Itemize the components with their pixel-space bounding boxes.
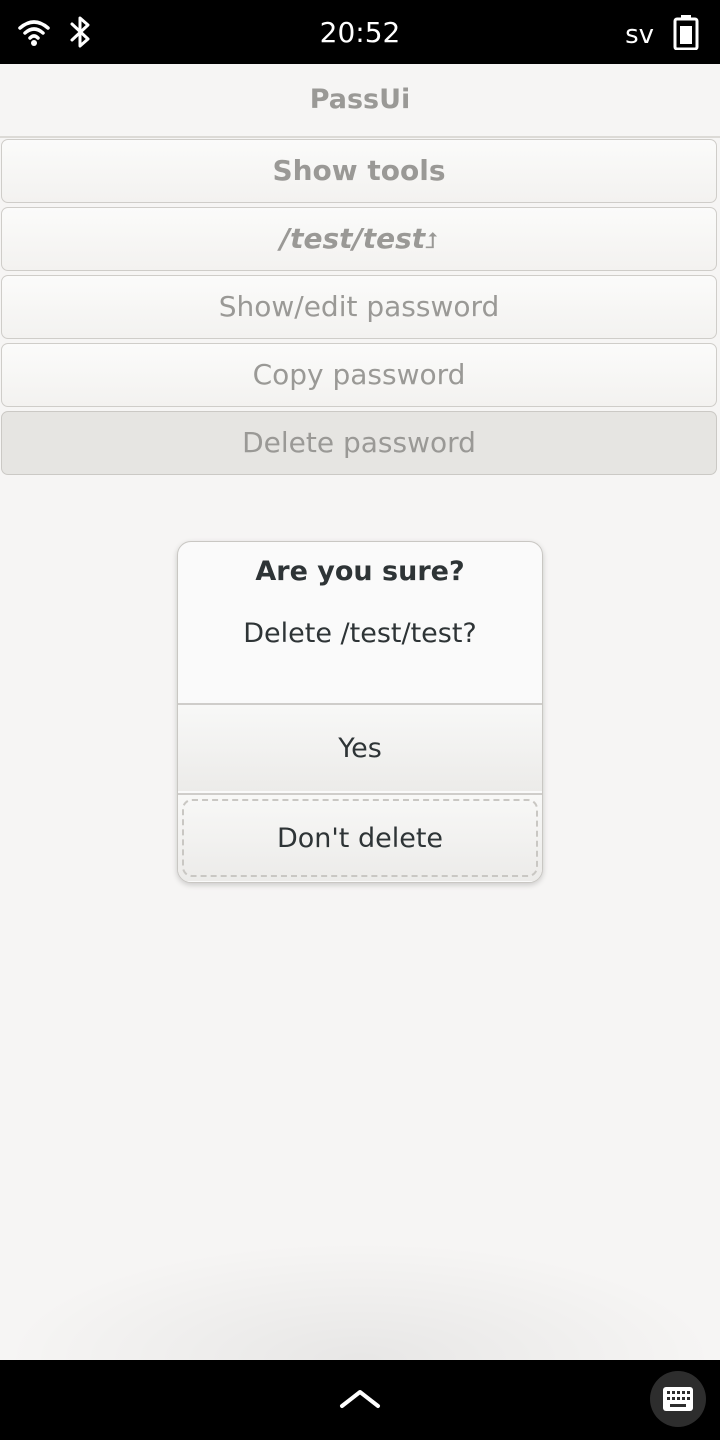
keyboard-toggle-button[interactable] bbox=[650, 1371, 706, 1427]
chevron-up-icon[interactable] bbox=[336, 1382, 384, 1414]
path-up-button[interactable]: /test/test⮥ bbox=[1, 207, 717, 271]
show-tools-button[interactable]: Show tools bbox=[1, 139, 717, 203]
show-edit-password-button[interactable]: Show/edit password bbox=[1, 275, 717, 339]
status-time: 20:52 bbox=[319, 16, 401, 49]
path-label: /test/test bbox=[279, 222, 426, 255]
app-title: PassUi bbox=[309, 84, 411, 115]
header-bar: PassUi bbox=[0, 64, 720, 138]
confirm-dialog: Are you sure? Delete /test/test? Yes Don… bbox=[177, 541, 543, 883]
dont-delete-label: Don't delete bbox=[276, 823, 444, 854]
keyboard-language: sv bbox=[625, 20, 654, 50]
dont-delete-button[interactable]: Don't delete bbox=[178, 793, 542, 881]
status-bar: 20:52 sv bbox=[0, 0, 720, 64]
dialog-message: Delete /test/test? bbox=[243, 618, 477, 649]
battery-icon bbox=[672, 14, 700, 51]
delete-password-button[interactable]: Delete password bbox=[1, 411, 717, 475]
bottom-shadow bbox=[0, 1240, 720, 1360]
copy-password-button[interactable]: Copy password bbox=[1, 343, 717, 407]
keyboard-icon bbox=[662, 1386, 694, 1412]
return-arrow-icon: ⮥ bbox=[425, 229, 439, 254]
dialog-title: Are you sure? bbox=[255, 556, 465, 587]
yes-button[interactable]: Yes bbox=[178, 703, 542, 791]
